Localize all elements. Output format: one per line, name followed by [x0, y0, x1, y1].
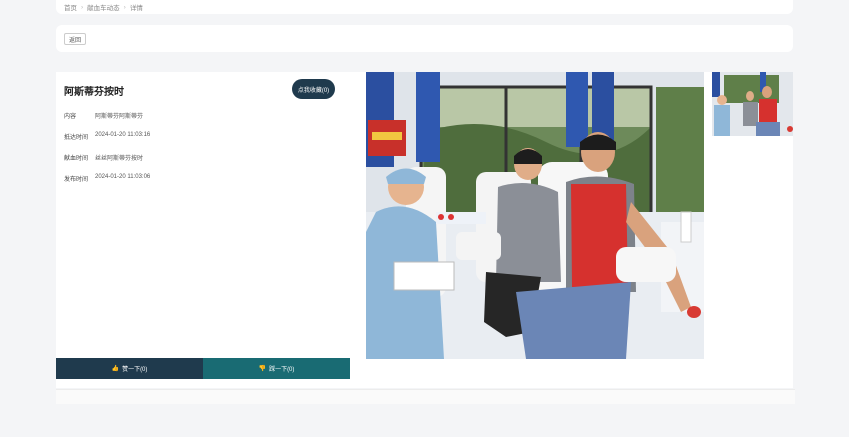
field-label: 献血时间 [64, 156, 89, 162]
footer-divider [56, 389, 795, 404]
field-label: 发布时间 [64, 177, 89, 183]
dislike-button[interactable]: 👎 踩一下(0) [203, 358, 350, 379]
breadcrumb-current: 详情 [129, 5, 143, 12]
thumbs-up-icon: 👍 [111, 366, 120, 372]
field-value: 丝丝阿斯蒂芬按时 [95, 156, 144, 162]
like-button[interactable]: 👍 赞一下(0) [56, 358, 203, 379]
back-bar: 返回 [56, 25, 793, 52]
detail-card: 阿斯蒂芬按时 点我收藏(0) 内容 阿斯蒂芬阿斯蒂芬 抵达时间 2024-01-… [56, 72, 793, 388]
breadcrumb-home[interactable]: 首页 [64, 2, 77, 12]
field-label: 内容 [64, 114, 77, 120]
breadcrumb-separator: › [81, 3, 84, 11]
main-photo[interactable] [366, 72, 704, 359]
breadcrumb: 首页 › 献血车动态 › 详情 [56, 0, 793, 14]
field-arrival-time: 抵达时间 2024-01-20 11:03:16 [64, 132, 150, 141]
back-button[interactable]: 返回 [64, 33, 86, 45]
breadcrumb-separator: › [123, 3, 126, 11]
breadcrumb-section[interactable]: 献血车动态 [87, 2, 120, 12]
dislike-label: 踩一下(0) [269, 367, 295, 373]
like-label: 赞一下(0) [122, 367, 148, 373]
photo-thumbnail[interactable] [712, 72, 793, 136]
detail-info-panel: 阿斯蒂芬按时 点我收藏(0) 内容 阿斯蒂芬阿斯蒂芬 抵达时间 2024-01-… [56, 72, 350, 379]
field-publish-time: 发布时间 2024-01-20 11:03:06 [64, 174, 150, 183]
thumbs-down-icon: 👎 [258, 366, 267, 372]
field-label: 抵达时间 [64, 135, 89, 141]
field-content: 内容 阿斯蒂芬阿斯蒂芬 [64, 111, 143, 120]
detail-title: 阿斯蒂芬按时 [64, 87, 124, 98]
favorite-button[interactable]: 点我收藏(0) [292, 79, 335, 99]
field-donation-time: 献血时间 丝丝阿斯蒂芬按时 [64, 153, 143, 162]
field-value: 阿斯蒂芬阿斯蒂芬 [95, 114, 144, 120]
field-value: 2024-01-20 11:03:06 [95, 174, 151, 180]
field-value: 2024-01-20 11:03:16 [95, 132, 151, 138]
thumbnail-image [712, 72, 793, 136]
blood-donation-photo [366, 72, 704, 359]
